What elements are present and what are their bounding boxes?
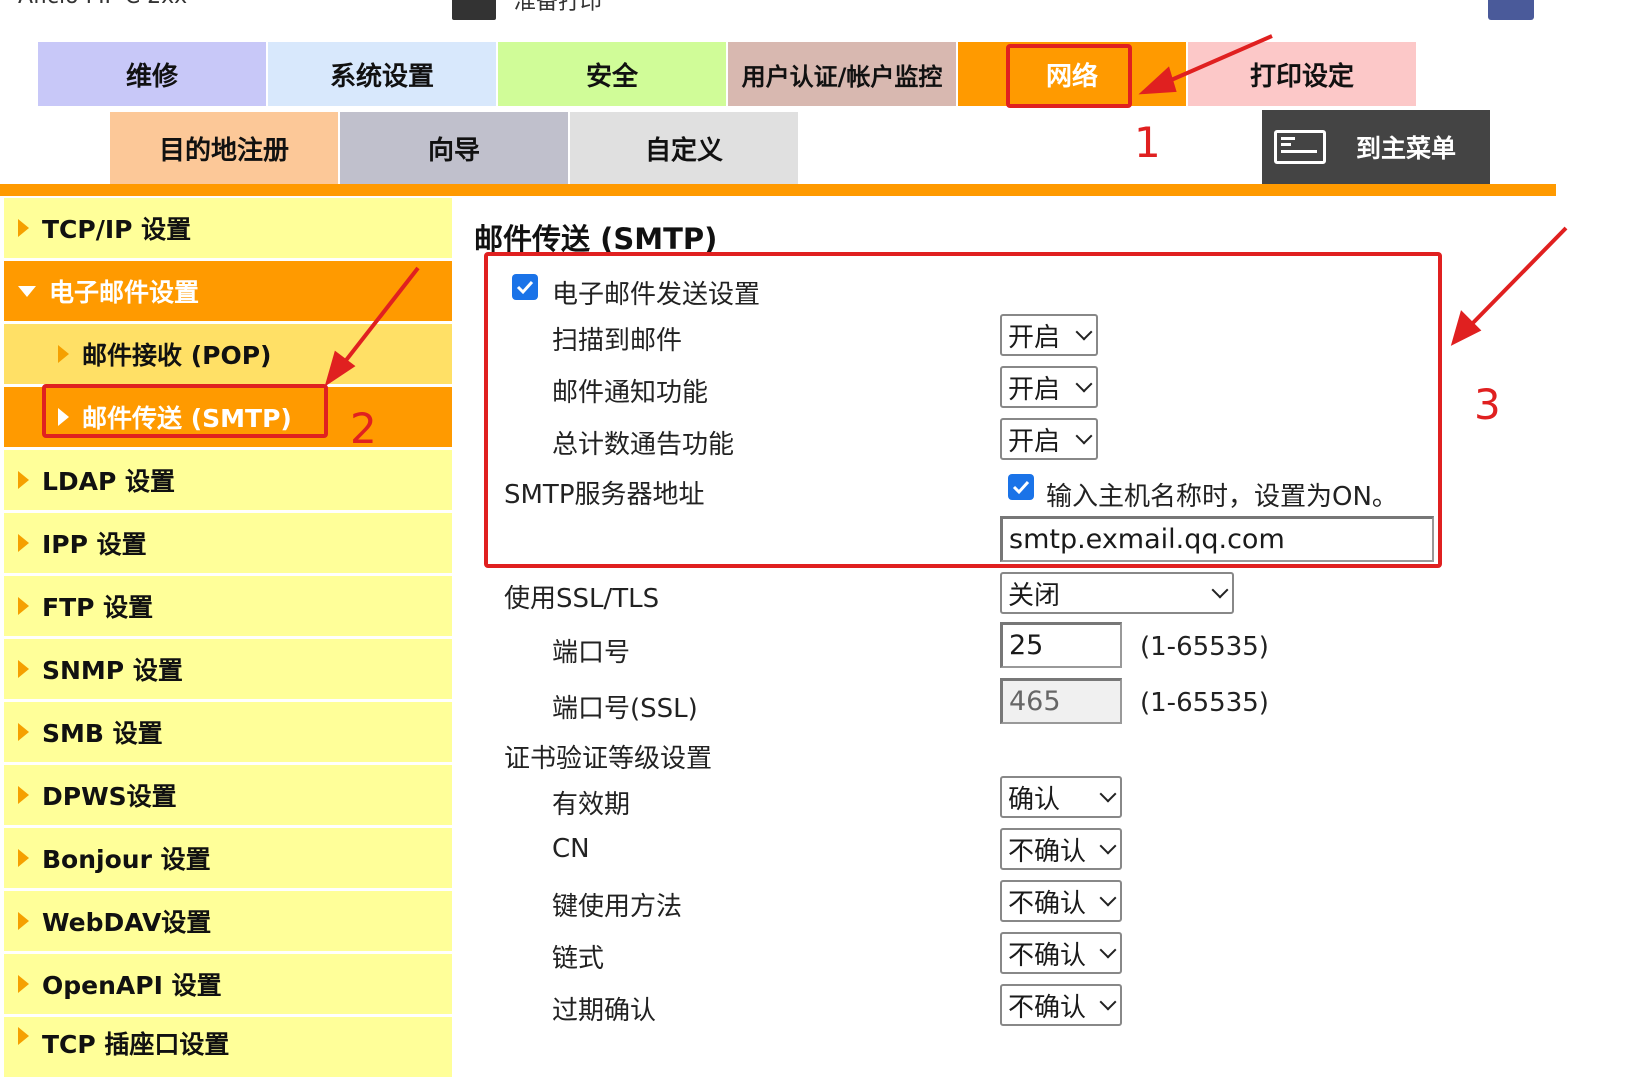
annotation-arrows xyxy=(324,34,1568,387)
arrow-icon xyxy=(324,34,1568,387)
